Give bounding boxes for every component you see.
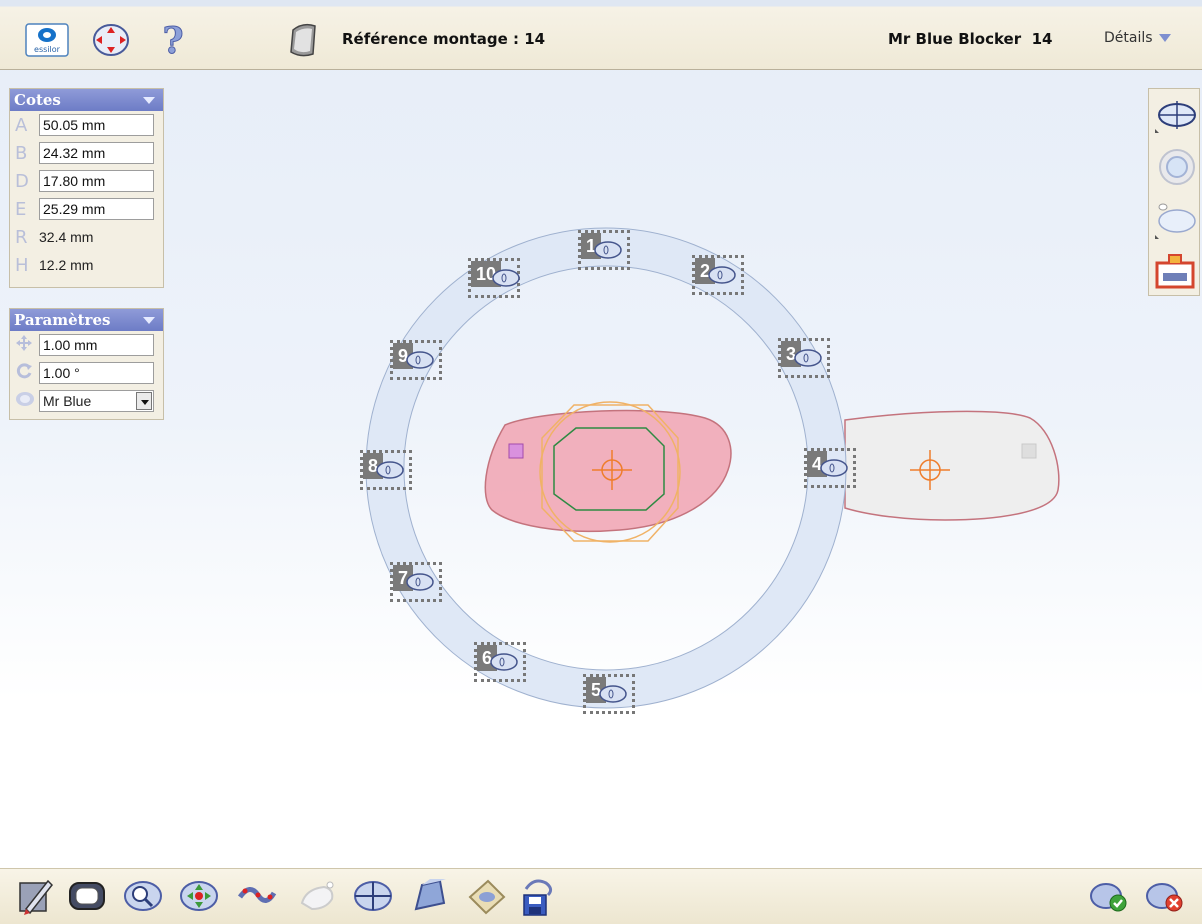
lens-canvas[interactable] (0, 0, 1202, 924)
save-disk-icon[interactable] (518, 875, 560, 917)
right-lens-marker (1021, 443, 1037, 459)
cancel-icon[interactable] (1144, 875, 1186, 917)
blocker-slot-9[interactable]: 9 (390, 340, 442, 380)
mini-lens-icon (594, 241, 622, 259)
drill-hole-icon[interactable] (296, 875, 338, 917)
blocker-slot-10[interactable]: 10 (468, 258, 520, 298)
mini-lens-icon (708, 266, 736, 284)
blocker-slot-5[interactable]: 5 (583, 674, 635, 714)
validate-icon[interactable] (1088, 875, 1130, 917)
mini-lens-icon (490, 653, 518, 671)
mini-lens-icon (406, 573, 434, 591)
blocker-slot-7[interactable]: 7 (390, 562, 442, 602)
mini-lens-icon (376, 461, 404, 479)
mini-lens-icon (492, 269, 520, 287)
right-lens-shape (844, 410, 1060, 521)
centering-cross-icon[interactable] (352, 875, 394, 917)
blocker-slot-3[interactable]: 3 (778, 338, 830, 378)
mini-lens-icon (406, 351, 434, 369)
mini-lens-icon (599, 685, 627, 703)
lens-3d-icon[interactable] (408, 875, 450, 917)
blocker-slot-8[interactable]: 8 (360, 450, 412, 490)
mini-lens-icon (794, 349, 822, 367)
edit-pencil-icon[interactable] (14, 875, 56, 917)
zoom-lens-icon[interactable] (122, 875, 164, 917)
blocker-slot-1[interactable]: 1 (578, 230, 630, 270)
blocker-slot-2[interactable]: 2 (692, 255, 744, 295)
bottom-toolbar (0, 868, 1202, 924)
mini-lens-icon (820, 459, 848, 477)
move-lens-icon[interactable] (178, 875, 220, 917)
blocker-slot-4[interactable]: 4 (804, 448, 856, 488)
frame-shape-icon[interactable] (66, 875, 108, 917)
curve-edit-icon[interactable] (236, 875, 278, 917)
left-lens-marker (508, 443, 524, 459)
scan-card-icon[interactable] (466, 875, 508, 917)
blocker-slot-6[interactable]: 6 (474, 642, 526, 682)
